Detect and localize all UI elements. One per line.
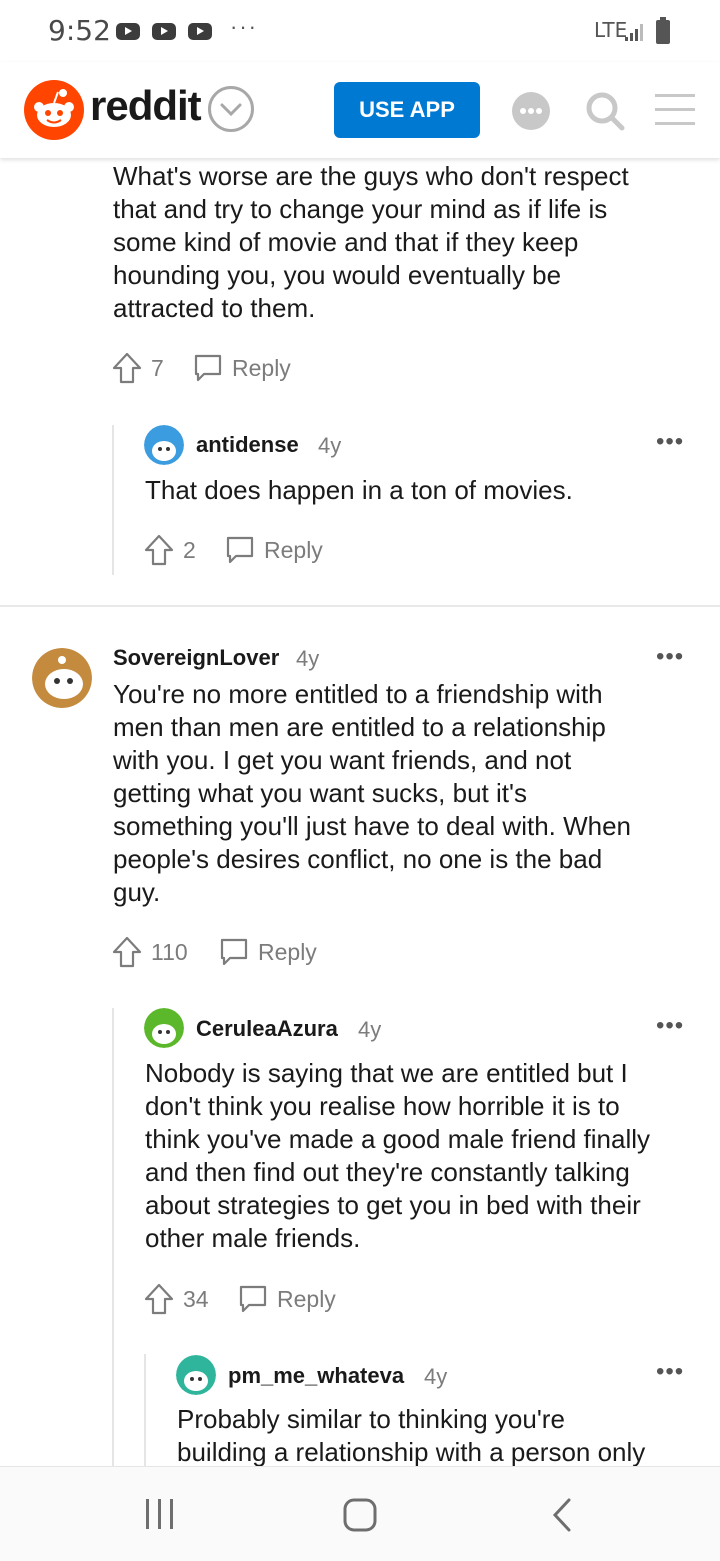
comment-line: Nobody is saying that we are entitled bu…: [145, 1058, 628, 1088]
username[interactable]: antidense: [196, 432, 299, 458]
comment-line: attracted to them.: [113, 293, 316, 323]
reply-label: Reply: [258, 938, 317, 965]
upvote-arrow-icon[interactable]: [144, 1283, 174, 1315]
reddit-header: reddit USE APP: [0, 62, 720, 158]
comment-age: 4y: [358, 1017, 382, 1042]
chat-icon[interactable]: [510, 90, 552, 132]
thread-line[interactable]: [112, 1008, 114, 1468]
reply-bubble-icon: [239, 1285, 267, 1313]
upvote-button[interactable]: 110: [112, 936, 188, 968]
upvote-button[interactable]: 7: [112, 352, 164, 384]
comment-body: What's worse are the guys who don't resp…: [113, 160, 629, 325]
vote-count: 7: [151, 354, 164, 381]
comment-line: something you'll just have to deal with.…: [113, 811, 632, 841]
comment-line: building a relationship with a person on…: [177, 1437, 646, 1467]
more-options-icon[interactable]: •••: [656, 1358, 684, 1386]
back-icon[interactable]: [550, 1497, 574, 1533]
comment-line: with you. I get you want friends, and no…: [113, 745, 572, 775]
recent-apps-icon[interactable]: [144, 1497, 176, 1531]
android-nav-bar: [0, 1466, 720, 1561]
vote-count: 34: [183, 1285, 209, 1312]
upvote-button[interactable]: 34: [144, 1283, 209, 1315]
reply-label: Reply: [264, 536, 323, 563]
vote-count: 2: [183, 536, 196, 563]
thread-line[interactable]: [144, 1354, 146, 1468]
status-time: 9:52: [48, 14, 111, 47]
menu-icon[interactable]: [654, 92, 696, 128]
more-options-icon[interactable]: •••: [656, 1012, 684, 1040]
username[interactable]: pm_me_whateva: [228, 1363, 404, 1389]
comment-line: about strategies to get you in bed with …: [145, 1190, 641, 1220]
status-bar: 9:52 ··· LTE: [0, 0, 720, 62]
comment-line: and then find out they're constantly tal…: [145, 1157, 630, 1187]
upvote-arrow-icon[interactable]: [112, 936, 142, 968]
network-type: LTE: [594, 18, 628, 42]
comment-line: That does happen in a ton of movies.: [145, 475, 573, 505]
reply-bubble-icon: [226, 536, 254, 564]
upvote-arrow-icon[interactable]: [144, 534, 174, 566]
reply-label: Reply: [277, 1285, 336, 1312]
comment-line: don't think you realise how horrible it …: [145, 1091, 620, 1121]
reply-label: Reply: [232, 354, 291, 381]
comment-age: 4y: [318, 433, 342, 458]
username[interactable]: SovereignLover: [113, 645, 279, 671]
youtube-notification-icon: [116, 23, 140, 40]
comment-line: You're no more entitled to a friendship …: [113, 679, 603, 709]
comment-line: Probably similar to thinking you're: [177, 1404, 565, 1434]
more-options-icon[interactable]: •••: [656, 428, 684, 456]
battery-icon: [656, 17, 670, 44]
avatar[interactable]: [144, 1008, 184, 1048]
avatar[interactable]: [176, 1355, 216, 1395]
comment-body: Nobody is saying that we are entitled bu…: [145, 1057, 650, 1255]
comment-body: Probably similar to thinking you're buil…: [177, 1403, 645, 1469]
comment-line: guy.: [113, 877, 161, 907]
comment-line: men than men are entitled to a relations…: [113, 712, 606, 742]
comment-line: What's worse are the guys who don't resp…: [113, 161, 629, 191]
reply-button[interactable]: Reply: [224, 534, 323, 566]
reply-bubble-icon: [194, 354, 222, 382]
upvote-arrow-icon[interactable]: [112, 352, 142, 384]
more-options-icon[interactable]: •••: [656, 643, 684, 671]
use-app-button[interactable]: USE APP: [334, 82, 480, 138]
more-notifications-icon: ···: [230, 14, 258, 39]
comment-body: You're no more entitled to a friendship …: [113, 678, 631, 909]
avatar[interactable]: [32, 648, 92, 708]
reply-bubble-icon: [220, 938, 248, 966]
comment-line: getting what you want sucks, but it's: [113, 778, 527, 808]
comment-line: people's desires conflict, no one is the…: [113, 844, 603, 874]
reddit-wordmark[interactable]: reddit: [90, 82, 202, 130]
reddit-logo-icon[interactable]: [24, 80, 84, 140]
thread-divider: [0, 605, 720, 607]
avatar[interactable]: [144, 425, 184, 465]
youtube-notification-icon: [152, 23, 176, 40]
comment-line: that and try to change your mind as if l…: [113, 194, 608, 224]
comment-line: some kind of movie and that if they keep: [113, 227, 579, 257]
thread-line[interactable]: [112, 425, 114, 575]
comment-line: other male friends.: [145, 1223, 361, 1253]
reply-button[interactable]: Reply: [218, 936, 317, 968]
reply-button[interactable]: Reply: [192, 352, 291, 384]
upvote-button[interactable]: 2: [144, 534, 196, 566]
comment-body: That does happen in a ton of movies.: [145, 474, 573, 507]
comment-age: 4y: [296, 646, 320, 671]
chevron-down-icon[interactable]: [208, 86, 254, 132]
username[interactable]: CeruleaAzura: [196, 1016, 338, 1042]
reply-button[interactable]: Reply: [237, 1283, 336, 1315]
youtube-notification-icon: [188, 23, 212, 40]
home-icon[interactable]: [342, 1497, 378, 1533]
vote-count: 110: [151, 938, 188, 965]
comment-line: think you've made a good male friend fin…: [145, 1124, 651, 1154]
comment-line: hounding you, you would eventually be: [113, 260, 562, 290]
search-icon[interactable]: [584, 90, 626, 132]
comment-age: 4y: [424, 1364, 448, 1389]
signal-icon: [625, 24, 643, 41]
